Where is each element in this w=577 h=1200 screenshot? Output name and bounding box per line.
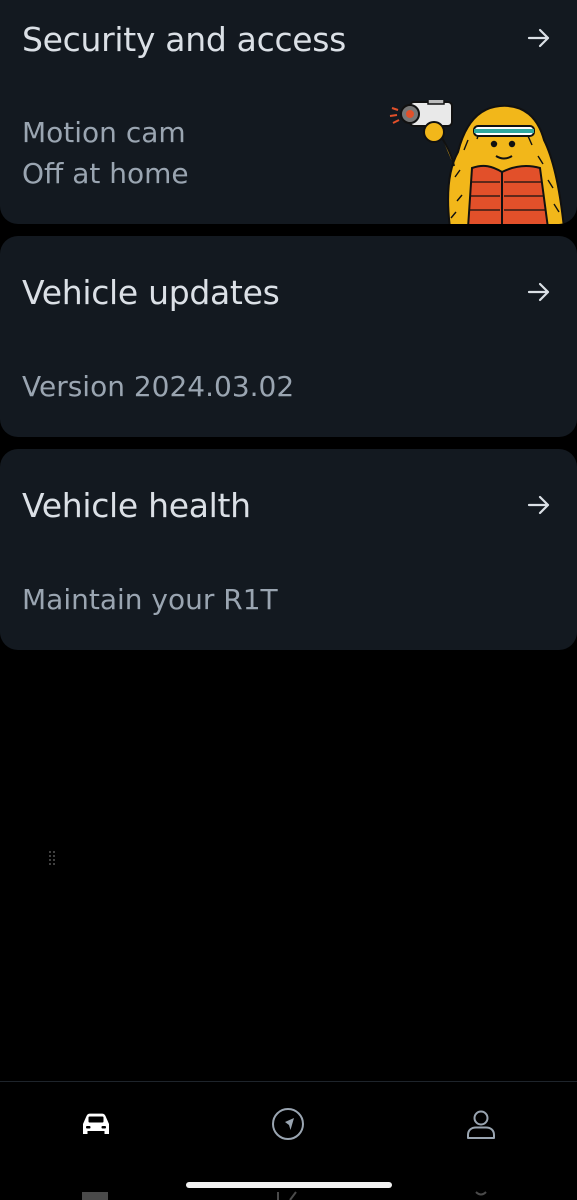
profile-icon [475, 1191, 487, 1196]
drag-handle-icon [49, 851, 55, 865]
arrow-right-icon[interactable] [525, 278, 553, 306]
vehicle-health-title: Vehicle health [22, 486, 251, 525]
motion-cam-status: Off at home [22, 157, 189, 190]
navigation-icon[interactable] [270, 1106, 306, 1142]
security-card-title: Security and access [22, 20, 347, 59]
vehicle-updates-card[interactable]: Vehicle updates Version 2024.03.02 [0, 236, 577, 437]
security-and-access-card[interactable]: Security and access Motion cam Off at ho… [0, 0, 577, 224]
profile-icon[interactable] [463, 1106, 499, 1142]
vehicle-icon[interactable] [78, 1106, 114, 1142]
home-indicator[interactable] [186, 1182, 392, 1188]
mascot-with-camcorder-illustration [389, 100, 565, 224]
vehicle-health-subtitle: Maintain your R1T [22, 583, 278, 616]
vehicle-updates-title: Vehicle updates [22, 273, 280, 312]
vehicle-health-card[interactable]: Vehicle health Maintain your R1T [0, 449, 577, 650]
navigation-icon [277, 1191, 297, 1200]
vehicle-icon [82, 1192, 108, 1200]
motion-cam-label: Motion cam [22, 116, 186, 149]
arrow-right-icon[interactable] [525, 491, 553, 519]
arrow-right-icon[interactable] [525, 24, 553, 52]
app-screen: Security and access Motion cam Off at ho… [0, 0, 577, 1200]
software-version: Version 2024.03.02 [22, 370, 295, 403]
